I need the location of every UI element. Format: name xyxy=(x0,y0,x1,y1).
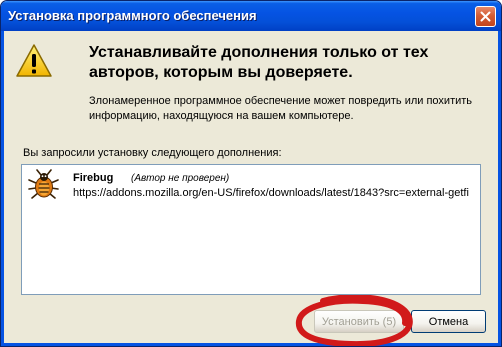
request-label: Вы запросили установку следующего дополн… xyxy=(23,147,282,159)
warning-description: Злонамеренное программное обеспечение мо… xyxy=(89,95,473,122)
window-frame-right xyxy=(498,31,501,346)
window-title: Установка программного обеспечения xyxy=(8,8,257,23)
close-button[interactable] xyxy=(475,6,496,27)
addon-name: Firebug xyxy=(73,172,114,184)
window-frame-bottom xyxy=(1,343,501,346)
firebug-icon xyxy=(28,169,59,199)
title-bar[interactable]: Установка программного обеспечения xyxy=(1,1,501,31)
window-frame-left xyxy=(1,31,4,346)
warning-icon xyxy=(16,44,52,77)
addon-url: https://addons.mozilla.org/en-US/firefox… xyxy=(73,187,469,199)
addon-list[interactable]: Firebug (Автор не проверен) https://addo… xyxy=(21,164,481,295)
install-button[interactable]: Установить (5) xyxy=(314,310,404,333)
addon-author-note: (Автор не проверен) xyxy=(131,173,230,184)
cancel-button[interactable]: Отмена xyxy=(411,310,486,333)
warning-heading: Устанавливайте дополнения только от тех … xyxy=(89,44,429,81)
install-dialog: Установка программного обеспечения Устан… xyxy=(0,0,502,347)
close-icon xyxy=(480,11,491,22)
